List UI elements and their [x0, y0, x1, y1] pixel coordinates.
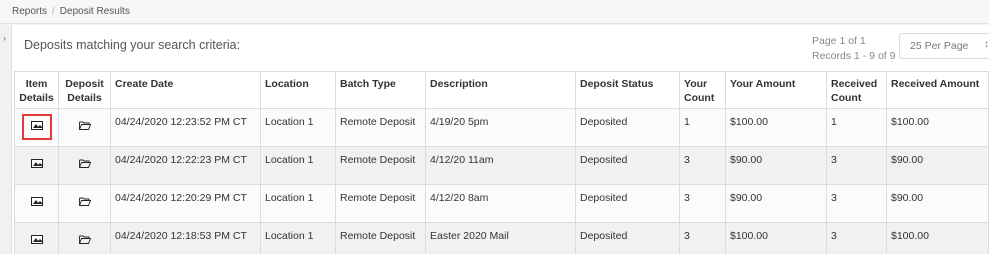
received-count-cell: 3	[826, 184, 887, 223]
col-header-your-count[interactable]: Your Count	[679, 71, 726, 109]
location-cell: Location 1	[260, 184, 336, 223]
folder-open-icon[interactable]	[78, 235, 91, 247]
item-details-cell	[14, 222, 59, 254]
received-amount-cell: $100.00	[886, 222, 989, 254]
col-header-batch-type[interactable]: Batch Type	[335, 71, 426, 109]
your-amount-cell: $90.00	[725, 146, 827, 185]
col-header-received-count[interactable]: Received Count	[826, 71, 887, 109]
your-amount-cell: $100.00	[725, 108, 827, 147]
create-date-cell: 04/24/2020 12:22:23 PM CT	[110, 146, 261, 185]
received-amount-cell: $90.00	[886, 184, 989, 223]
description-cell: 4/12/20 11am	[425, 146, 576, 185]
your-count-cell: 3	[679, 146, 726, 185]
breadcrumb-separator: /	[52, 6, 55, 17]
panel-title: Deposits matching your search criteria:	[24, 38, 241, 52]
your-amount-cell: $100.00	[725, 222, 827, 254]
received-amount-cell: $90.00	[886, 146, 989, 185]
breadcrumb: Reports / Deposit Results	[0, 0, 989, 24]
location-cell: Location 1	[260, 222, 336, 254]
create-date-cell: 04/24/2020 12:23:52 PM CT	[110, 108, 261, 147]
col-header-create-date[interactable]: Create Date	[110, 71, 261, 109]
deposit-results-panel: Deposits matching your search criteria: …	[12, 25, 989, 254]
col-header-deposit-status[interactable]: Deposit Status	[575, 71, 680, 109]
received-count-cell: 3	[826, 146, 887, 185]
deposit-status-cell: Deposited	[575, 222, 680, 254]
table-row: 04/24/2020 12:20:29 PM CT Location 1 Rem…	[14, 184, 989, 223]
breadcrumb-current: Deposit Results	[59, 6, 130, 17]
deposit-details-cell	[58, 146, 111, 185]
location-cell: Location 1	[260, 146, 336, 185]
per-page-select[interactable]: 25 Per Page ↕	[899, 33, 989, 59]
create-date-cell: 04/24/2020 12:20:29 PM CT	[110, 184, 261, 223]
table-row: 04/24/2020 12:23:52 PM CT Location 1 Rem…	[14, 108, 989, 147]
create-date-cell: 04/24/2020 12:18:53 PM CT	[110, 222, 261, 254]
table-header-row: Item Details Deposit Details Create Date L…	[14, 71, 989, 109]
your-count-cell: 1	[679, 108, 726, 147]
col-header-description[interactable]: Description	[425, 71, 576, 109]
description-cell: 4/12/20 8am	[425, 184, 576, 223]
received-amount-cell: $100.00	[886, 108, 989, 147]
batch-type-cell: Remote Deposit	[335, 108, 426, 147]
image-icon[interactable]	[30, 159, 43, 168]
your-count-cell: 3	[679, 222, 726, 254]
col-header-received-amount[interactable]: Received Amount	[886, 71, 989, 109]
batch-type-cell: Remote Deposit	[335, 184, 426, 223]
chevron-right-icon: ›	[3, 33, 6, 43]
per-page-value: 25 Per Page	[910, 40, 969, 52]
deposit-details-cell	[58, 108, 111, 147]
deposit-status-cell: Deposited	[575, 146, 680, 185]
page-info: Page 1 of 1	[812, 35, 866, 47]
item-details-cell	[14, 108, 59, 147]
image-icon[interactable]	[30, 197, 43, 206]
folder-open-icon[interactable]	[78, 121, 91, 133]
table-row: 04/24/2020 12:18:53 PM CT Location 1 Rem…	[14, 222, 989, 254]
item-details-button[interactable]	[21, 114, 52, 140]
description-cell: Easter 2020 Mail	[425, 222, 576, 254]
table-row: 04/24/2020 12:22:23 PM CT Location 1 Rem…	[14, 146, 989, 185]
item-details-cell	[14, 184, 59, 223]
received-count-cell: 3	[826, 222, 887, 254]
deposit-status-cell: Deposited	[575, 184, 680, 223]
sidebar-toggle[interactable]: ›	[0, 25, 12, 254]
item-details-cell	[14, 146, 59, 185]
received-count-cell: 1	[826, 108, 887, 147]
your-count-cell: 3	[679, 184, 726, 223]
folder-open-icon[interactable]	[78, 197, 91, 209]
location-cell: Location 1	[260, 108, 336, 147]
folder-open-icon[interactable]	[78, 159, 91, 171]
image-icon[interactable]	[30, 235, 43, 244]
deposit-results-table: Item Details Deposit Details Create Date L…	[14, 71, 989, 254]
breadcrumb-reports-link[interactable]: Reports	[12, 6, 47, 17]
col-header-your-amount[interactable]: Your Amount	[725, 71, 827, 109]
col-header-deposit-details[interactable]: Deposit Details	[58, 71, 111, 109]
your-amount-cell: $90.00	[725, 184, 827, 223]
deposit-details-cell	[58, 184, 111, 223]
col-header-item-details[interactable]: Item Details	[14, 71, 59, 109]
batch-type-cell: Remote Deposit	[335, 222, 426, 254]
deposit-details-cell	[58, 222, 111, 254]
col-header-location[interactable]: Location	[260, 71, 336, 109]
image-icon	[30, 121, 43, 130]
pager-info: Page 1 of 1 Records 1 - 9 of 9	[812, 34, 895, 64]
batch-type-cell: Remote Deposit	[335, 146, 426, 185]
chevron-updown-icon: ↕	[984, 39, 989, 50]
deposit-status-cell: Deposited	[575, 108, 680, 147]
description-cell: 4/19/20 5pm	[425, 108, 576, 147]
records-info: Records 1 - 9 of 9	[812, 50, 896, 62]
